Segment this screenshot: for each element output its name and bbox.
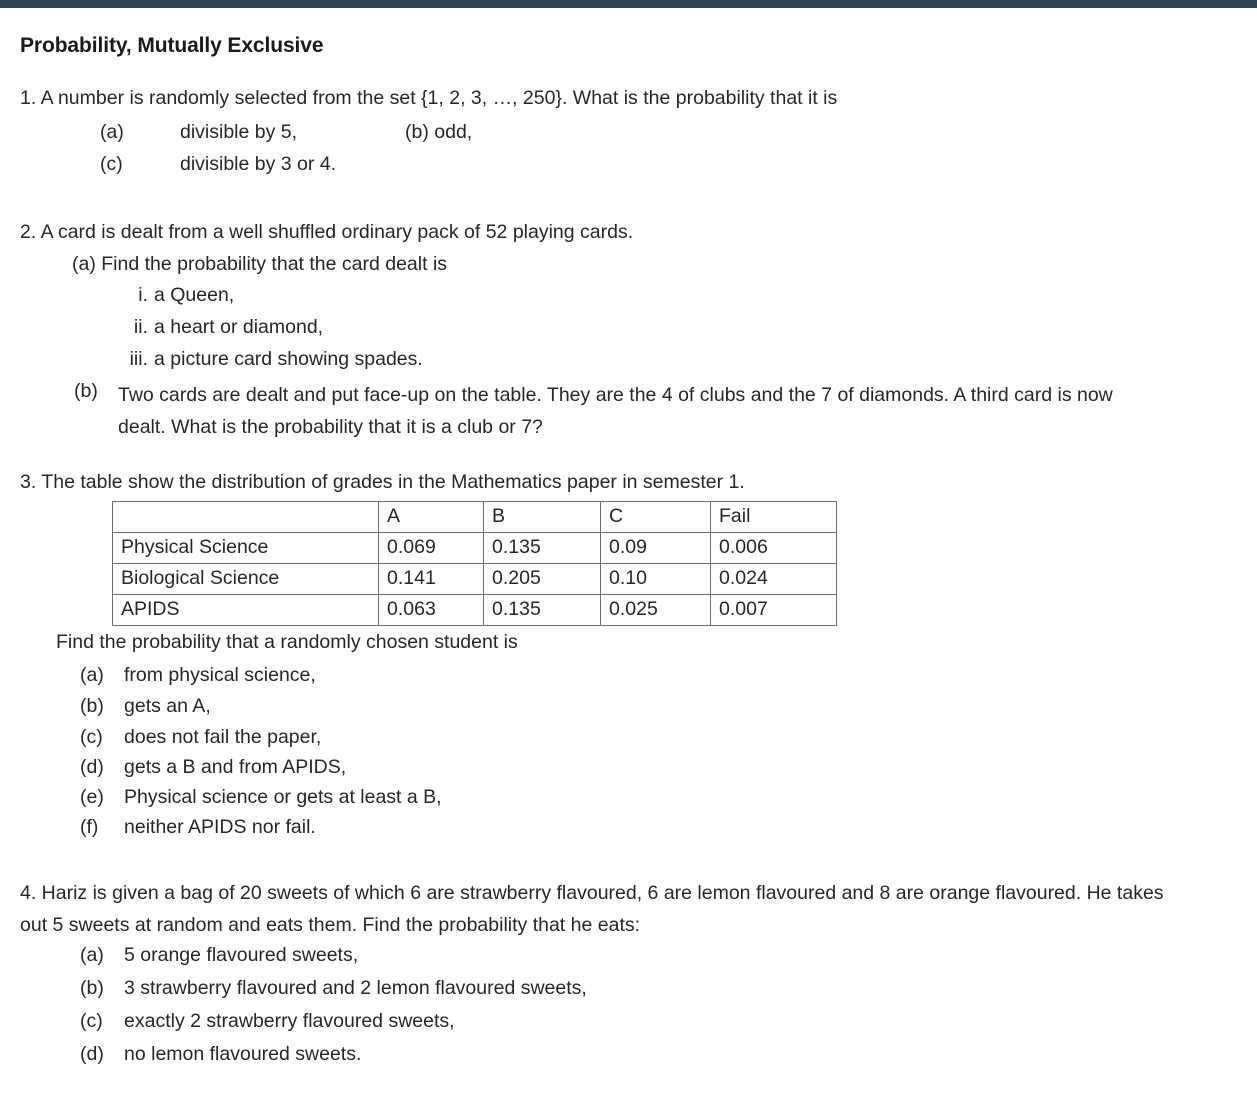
question-3-item-e-text: Physical science or gets at least a B,	[124, 786, 442, 808]
cell-biological-science-a: 0.141	[378, 563, 484, 595]
question-1-item-a-label: (a)	[100, 121, 124, 143]
question-3-item-a-text: from physical science,	[124, 664, 316, 686]
question-1-item-c-label: (c)	[100, 153, 123, 175]
question-3-find-line: Find the probability that a randomly cho…	[56, 631, 518, 653]
question-3-item-a-label: (a)	[80, 664, 104, 686]
table-header-blank	[112, 501, 379, 533]
question-2-stem: 2. A card is dealt from a well shuffled …	[20, 221, 634, 243]
table-header-b: B	[483, 501, 601, 533]
question-3-item-f-label: (f)	[80, 816, 99, 838]
question-2-roman-ii-text: a heart or diamond,	[154, 316, 324, 338]
grades-distribution-table: A B C Fail Physical Science 0.069 0.135 …	[112, 501, 837, 626]
question-3-item-d-label: (d)	[80, 756, 104, 778]
table-row: APIDS 0.063 0.135 0.025 0.007	[112, 594, 837, 626]
cell-physical-science-a: 0.069	[378, 532, 484, 564]
cell-biological-science-c: 0.10	[600, 563, 711, 595]
question-1-stem: 1. A number is randomly selected from th…	[20, 87, 838, 109]
page-title: Probability, Mutually Exclusive	[20, 34, 324, 57]
question-3-item-b-text: gets an A,	[124, 695, 211, 717]
cell-physical-science-fail: 0.006	[710, 532, 837, 564]
table-header-c: C	[600, 501, 711, 533]
question-2-part-b-label: (b)	[74, 380, 98, 402]
question-2-part-b-text: Two cards are dealt and put face-up on t…	[118, 384, 1113, 438]
row-label-biological-science: Biological Science	[112, 563, 379, 595]
question-3-item-d-text: gets a B and from APIDS,	[124, 756, 347, 778]
top-accent-bar	[0, 0, 1257, 8]
table-row: Physical Science 0.069 0.135 0.09 0.006	[112, 532, 837, 564]
question-2-part-a: (a) Find the probability that the card d…	[72, 253, 448, 275]
table-header-row: A B C Fail	[112, 501, 837, 533]
cell-biological-science-b: 0.205	[483, 563, 601, 595]
question-4-item-a-text: 5 orange flavoured sweets,	[124, 944, 359, 966]
cell-apids-fail: 0.007	[710, 594, 837, 626]
table-header-a: A	[378, 501, 484, 533]
question-2-roman-i-text: a Queen,	[154, 284, 235, 306]
worksheet-page: Probability, Mutually Exclusive 1. A num…	[0, 8, 1257, 1093]
table-header-fail: Fail	[710, 501, 837, 533]
question-4-item-c-text: exactly 2 strawberry flavoured sweets,	[124, 1010, 455, 1032]
row-label-physical-science: Physical Science	[112, 532, 379, 564]
question-4-item-d-label: (d)	[80, 1043, 104, 1065]
question-3-item-e-label: (e)	[80, 786, 104, 808]
question-3-stem: 3. The table show the distribution of gr…	[20, 471, 745, 493]
question-2-roman-ii-number: ii.	[133, 316, 148, 338]
question-4-stem: 4. Hariz is given a bag of 20 sweets of …	[20, 882, 1164, 936]
question-3-item-c-text: does not fail the paper,	[124, 726, 322, 748]
question-2-roman-iii-text: a picture card showing spades.	[154, 348, 423, 370]
table-row: Biological Science 0.141 0.205 0.10 0.02…	[112, 563, 837, 595]
cell-apids-b: 0.135	[483, 594, 601, 626]
cell-apids-c: 0.025	[600, 594, 711, 626]
question-4-item-d-text: no lemon flavoured sweets.	[124, 1043, 362, 1065]
question-4-item-c-label: (c)	[80, 1010, 103, 1032]
cell-physical-science-b: 0.135	[483, 532, 601, 564]
question-3-item-b-label: (b)	[80, 695, 104, 717]
question-2-roman-i-number: i.	[138, 284, 148, 306]
question-4-item-b-text: 3 strawberry flavoured and 2 lemon flavo…	[124, 977, 587, 999]
question-1-item-c-text: divisible by 3 or 4.	[180, 153, 337, 175]
question-4-item-b-label: (b)	[80, 977, 104, 999]
question-1-item-a-text: divisible by 5,	[180, 121, 298, 143]
row-label-apids: APIDS	[112, 594, 379, 626]
question-4-item-a-label: (a)	[80, 944, 104, 966]
cell-apids-a: 0.063	[378, 594, 484, 626]
question-1-item-b-text: (b) odd,	[405, 121, 473, 143]
question-3-item-f-text: neither APIDS nor fail.	[124, 816, 316, 838]
question-3-item-c-label: (c)	[80, 726, 103, 748]
cell-biological-science-fail: 0.024	[710, 563, 837, 595]
question-2-roman-iii-number: iii.	[129, 348, 148, 370]
cell-physical-science-c: 0.09	[600, 532, 711, 564]
